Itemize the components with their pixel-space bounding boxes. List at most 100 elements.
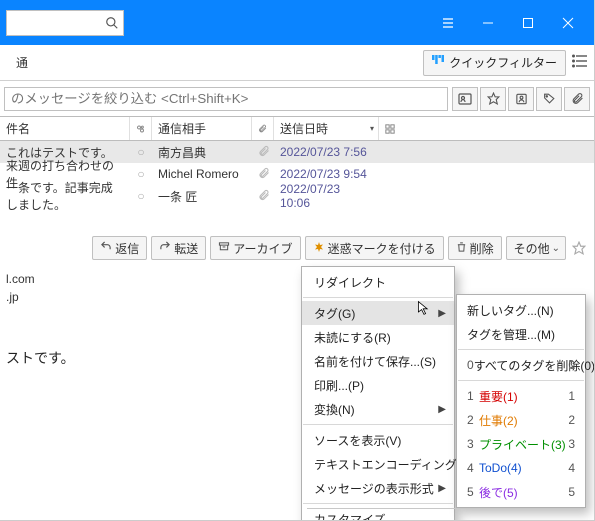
other-button[interactable]: その他 ⌄ [506,236,566,260]
message-actions: 返信 転送 アーカイブ 迷惑マークを付ける 削除 その他 ⌄ [92,236,588,260]
menu-item-label: タグを管理...(M) [467,326,555,343]
filter-contacts-button[interactable] [452,87,478,111]
menu-item-label: リダイレクト [314,274,386,291]
cell-from: Michel Romero [152,167,252,181]
filter-icons [452,87,590,111]
menu-separator [458,349,584,350]
menu-item[interactable]: テキストエンコーディングを修復 [302,452,454,476]
reply-label: 返信 [115,240,139,257]
filter-tag-button[interactable] [536,87,562,111]
menu-item[interactable]: 未読にする(R) [302,325,454,349]
trash-icon [456,241,467,256]
filter-addrbook-button[interactable] [508,87,534,111]
archive-button[interactable]: アーカイブ [210,236,300,260]
cell-spam[interactable]: ○ [130,167,152,181]
menu-item-label: メッセージの表示形式 [314,480,434,497]
cell-from: 一条 匠 [152,188,252,205]
archive-label: アーカイブ [233,240,292,257]
tag-menu-item[interactable]: 新しいタグ...(N) [457,298,585,322]
search-box[interactable] [6,10,124,36]
tag-num: 3 [467,437,479,451]
menu-item[interactable]: 印刷...(P) [302,373,454,397]
submenu-arrow-icon: ▶ [438,483,446,494]
tag-menu-item[interactable]: 3プライベート(3)3 [457,432,585,456]
search-input[interactable] [11,15,105,31]
tag-menu-item[interactable]: 5後で(5)5 [457,480,585,504]
star-toggle[interactable] [570,236,588,260]
col-spam-icon[interactable] [130,117,152,140]
submenu-arrow-icon: ▶ [438,404,446,415]
menu-item-label: 名前を付けて保存...(S) [314,353,436,370]
quick-filter-icon [432,55,444,70]
maximize-button[interactable] [508,3,548,43]
window-buttons [428,3,588,43]
filter-star-button[interactable] [480,87,506,111]
junk-button[interactable]: 迷惑マークを付ける [305,236,444,260]
shortcut-key: 3 [568,437,575,451]
from-address-partial: l.com [6,272,194,286]
list-menu-icon[interactable] [572,54,588,71]
menu-item-label: 後で(5) [479,484,518,501]
menu-item-label: 未読にする(R) [314,329,391,346]
col-attach-icon[interactable] [252,117,274,140]
cell-spam[interactable]: ○ [130,189,152,203]
footer-separator [307,508,584,509]
menu-item-label: 変換(N) [314,401,355,418]
column-headers: 件名 通信相手 送信日時 [0,117,594,141]
window: 通 クイックフィルター 件名 通信相手 送信日時 これはテストです。○南方昌 [0,0,595,521]
cell-spam[interactable]: ○ [130,145,152,159]
col-from[interactable]: 通信相手 [152,117,252,140]
hamburger-button[interactable] [428,3,468,43]
tag-num: 5 [467,485,479,499]
menu-item[interactable]: リダイレクト [302,270,454,294]
filter-bar [0,81,594,117]
tag-menu-item[interactable]: 4ToDo(4)4 [457,456,585,480]
menu-item[interactable]: ソースを表示(V) [302,428,454,452]
message-body: ストです。 [6,348,194,368]
col-picker-icon[interactable] [379,123,401,135]
cell-from: 南方昌典 [152,144,252,161]
forward-icon [159,241,171,255]
reply-button[interactable]: 返信 [92,236,147,260]
tag-menu-item[interactable]: 2仕事(2)2 [457,408,585,432]
filter-input[interactable] [4,87,448,111]
tag-num: 2 [467,413,479,427]
tag-menu-item[interactable]: タグを管理...(M) [457,322,585,346]
forward-label: 転送 [174,240,198,257]
junk-icon [313,241,325,256]
other-label: その他 [514,240,550,257]
menu-item[interactable]: 変換(N) ▶ [302,397,454,421]
shortcut-key: 2 [568,413,575,427]
cell-attachment [252,189,274,204]
message-row[interactable]: 一条です。記事完成しました。○一条 匠2022/07/23 10:06 [0,185,594,207]
menu-item[interactable]: メッセージの表示形式 ▶ [302,476,454,500]
menu-item[interactable]: カスタマイズ... [302,507,454,521]
tab-label: 通 [6,54,38,71]
delete-button[interactable]: 削除 [448,236,502,260]
menu-item-label: プライベート(3) [479,436,566,453]
menu-item-label: 重要(1) [479,388,518,405]
filter-attachment-button[interactable] [564,87,590,111]
menu-item[interactable]: 名前を付けて保存...(S) [302,349,454,373]
to-address-partial: .jp [6,290,194,304]
shortcut-key: 4 [568,461,575,475]
col-subject[interactable]: 件名 [0,117,130,140]
tag-menu-item[interactable]: 1重要(1)1 [457,384,585,408]
cell-attachment [252,145,274,160]
menu-item-label: 新しいタグ...(N) [467,302,554,319]
minimize-button[interactable] [468,3,508,43]
tag-num: 4 [467,461,479,475]
close-button[interactable] [548,3,588,43]
archive-icon [218,241,230,255]
menu-item-label: 印刷...(P) [314,377,364,394]
tag-menu-item[interactable]: 0すべてのタグを削除(0)0 [457,353,585,377]
forward-button[interactable]: 転送 [151,236,206,260]
cell-date: 2022/07/23 9:54 [274,167,379,181]
menu-item-label: カスタマイズ... [314,511,396,521]
search-icon [105,16,119,30]
col-date[interactable]: 送信日時 [274,117,379,140]
menu-separator [303,424,453,425]
quick-filter-button[interactable]: クイックフィルター [423,50,566,76]
titlebar [0,0,594,45]
shortcut-key: 0 [568,358,575,372]
